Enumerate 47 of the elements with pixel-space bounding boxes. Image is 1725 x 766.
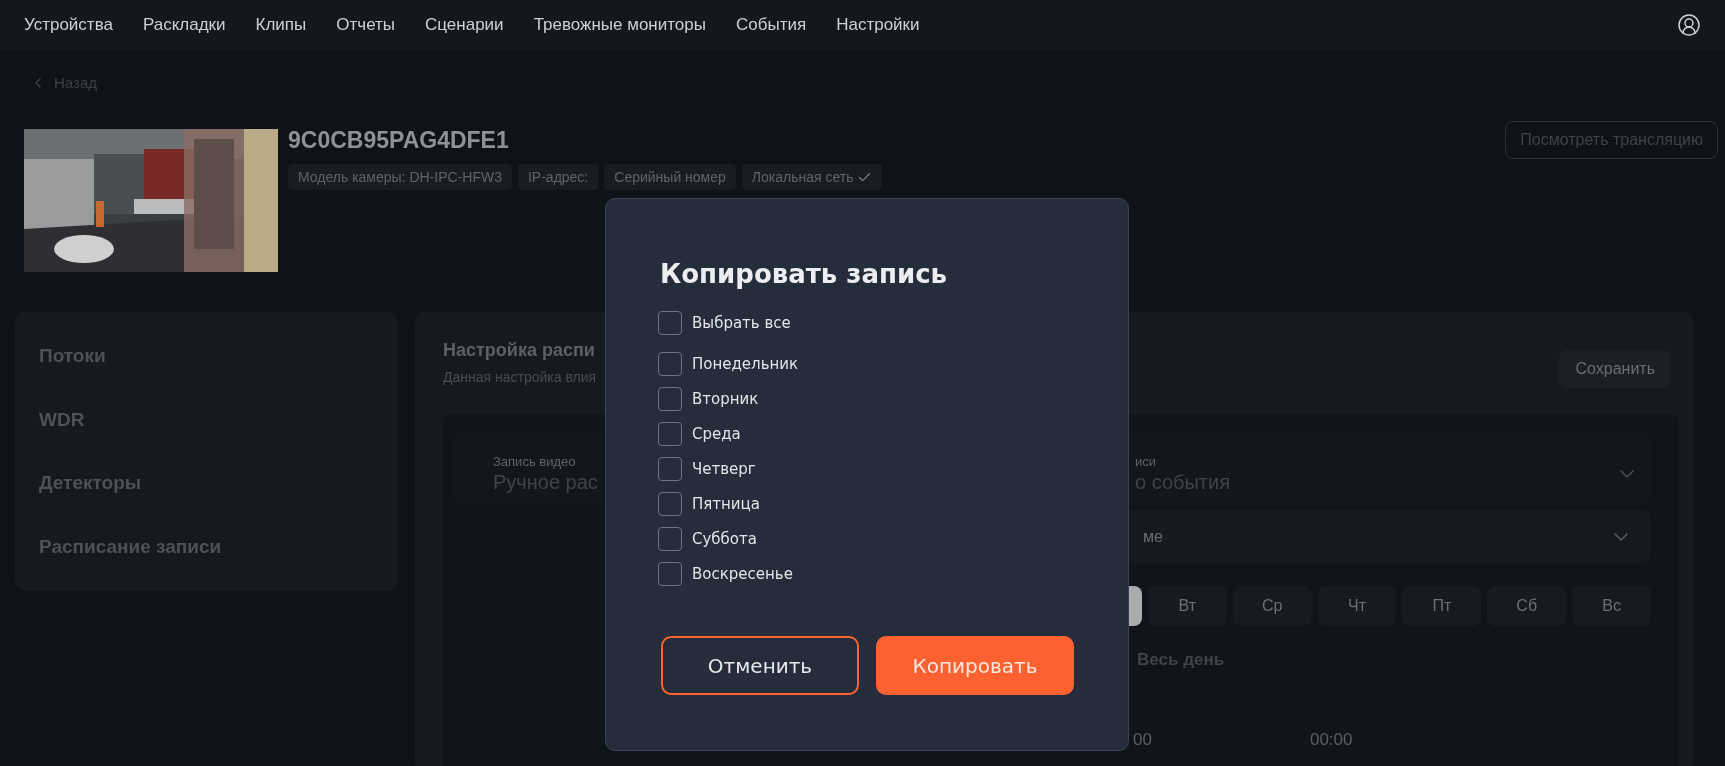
nav-item[interactable]: Настройки bbox=[836, 15, 920, 35]
checkbox[interactable] bbox=[658, 492, 682, 516]
checkbox-label: Воскресенье bbox=[692, 565, 793, 583]
camera-title: 9C0CB95PAG4DFE1 bbox=[288, 127, 510, 154]
checkbox-label: Вторник bbox=[692, 390, 759, 408]
nav-item[interactable]: Тревожные мониторы bbox=[533, 15, 706, 35]
nav-item[interactable]: Клипы bbox=[255, 15, 307, 35]
time-value: 00 bbox=[1133, 730, 1152, 750]
checkbox[interactable] bbox=[658, 311, 682, 335]
sidebar-item[interactable]: WDR bbox=[39, 408, 374, 431]
checkbox-label: Суббота bbox=[692, 530, 757, 548]
checkbox[interactable] bbox=[658, 387, 682, 411]
checkbox-label: Пятница bbox=[692, 495, 760, 513]
day-button[interactable]: Вс bbox=[1572, 586, 1651, 626]
day-button[interactable]: Пт bbox=[1402, 586, 1482, 626]
nav-item[interactable]: События bbox=[736, 15, 807, 35]
time-value: 00:00 bbox=[1309, 730, 1353, 750]
nav-item[interactable]: Раскладки bbox=[142, 15, 226, 35]
checkbox[interactable] bbox=[658, 422, 682, 446]
day-button[interactable]: Чт bbox=[1317, 586, 1397, 626]
checkbox-label: Среда bbox=[692, 425, 741, 443]
section-title: Настройка распи bbox=[443, 340, 596, 361]
checkbox-label: Понедельник bbox=[692, 355, 799, 373]
nav-item[interactable]: Отчеты bbox=[336, 15, 396, 35]
cancel-button[interactable]: Отменить bbox=[661, 636, 859, 695]
checkbox[interactable] bbox=[658, 562, 682, 586]
nav-item[interactable]: Устройства bbox=[24, 15, 113, 35]
user-icon[interactable] bbox=[1677, 13, 1701, 37]
day-button[interactable]: Сб bbox=[1487, 586, 1567, 626]
nav-item[interactable]: Сценарии bbox=[425, 15, 504, 35]
day-button[interactable]: Вт bbox=[1147, 586, 1227, 626]
sidebar-item[interactable]: Расписание записи bbox=[39, 536, 374, 559]
checkbox[interactable] bbox=[658, 352, 682, 376]
copy-button[interactable]: Копировать bbox=[876, 636, 1074, 695]
day-button[interactable]: Ср bbox=[1232, 586, 1312, 626]
checkbox-label: Четверг bbox=[692, 460, 756, 478]
info-chip: Серийный номер bbox=[604, 164, 736, 190]
checkbox[interactable] bbox=[658, 457, 682, 481]
sidebar-item[interactable]: Потоки bbox=[39, 344, 374, 367]
checkbox-label: Выбрать все bbox=[692, 314, 791, 332]
dialog-title: Копировать запись bbox=[660, 259, 948, 289]
info-chip: IP-адрес: bbox=[517, 164, 599, 190]
checkbox[interactable] bbox=[658, 527, 682, 551]
info-chip: Локальная сеть bbox=[741, 164, 883, 190]
info-chip: Модель камеры: DH-IPC-HFW3 bbox=[288, 164, 512, 190]
sidebar-item[interactable]: Детекторы bbox=[39, 472, 374, 495]
save-button[interactable]: Сохранить bbox=[1559, 350, 1671, 388]
